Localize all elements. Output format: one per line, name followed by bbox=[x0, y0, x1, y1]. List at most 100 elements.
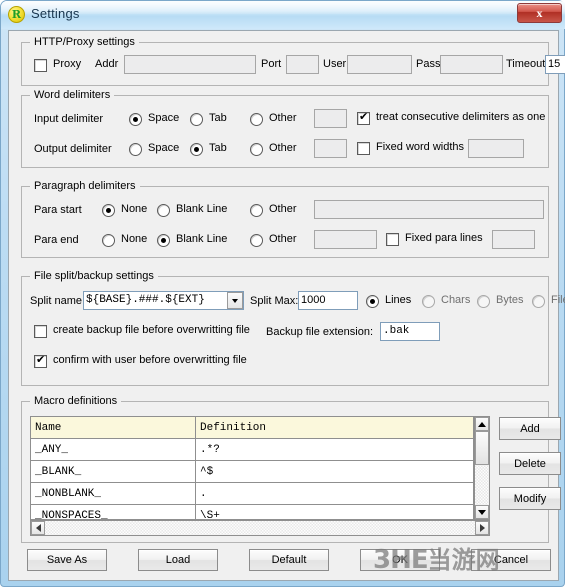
port-input[interactable] bbox=[286, 55, 319, 74]
macro-table[interactable]: Name Definition _ANY_ .*? _BLANK_ ^$ _NO… bbox=[30, 416, 474, 520]
scroll-right-icon[interactable] bbox=[475, 521, 489, 535]
para-end-none-ring bbox=[102, 234, 115, 247]
macro-definition: . bbox=[195, 482, 473, 505]
macro-definition: .*? bbox=[195, 438, 473, 461]
macro-definition: \S+ bbox=[195, 504, 473, 519]
group-macro-definitions-legend: Macro definitions bbox=[30, 395, 122, 407]
timeout-label: Timeout bbox=[506, 58, 546, 70]
create-backup-box bbox=[34, 325, 47, 338]
addr-input[interactable] bbox=[124, 55, 256, 74]
input-tab-label: Tab bbox=[209, 112, 227, 124]
macro-table-element: Name Definition _ANY_ .*? _BLANK_ ^$ _NO… bbox=[31, 417, 473, 519]
output-other-ring bbox=[250, 143, 263, 156]
para-end-other-input[interactable] bbox=[314, 230, 377, 249]
para-start-none-label: None bbox=[121, 203, 148, 215]
group-word-delimiters: Word delimiters Input delimiter Space Ta… bbox=[21, 89, 549, 168]
title-bar: R Settings x bbox=[1, 1, 565, 29]
unit-lines-label: Lines bbox=[385, 294, 412, 306]
table-row[interactable]: _ANY_ .*? bbox=[31, 438, 473, 461]
macro-name: _BLANK_ bbox=[31, 460, 196, 483]
fixed-para-lines-box bbox=[386, 233, 399, 246]
ok-button[interactable]: OK bbox=[360, 549, 440, 571]
pass-input[interactable] bbox=[440, 55, 503, 74]
input-space-dot bbox=[133, 117, 138, 122]
para-start-label: Para start bbox=[34, 204, 82, 216]
backup-ext-label: Backup file extension: bbox=[266, 326, 374, 338]
scroll-left-icon[interactable] bbox=[31, 521, 45, 535]
para-end-blankline-dot bbox=[161, 238, 166, 243]
title-gloss bbox=[1, 1, 565, 14]
para-start-blankline-ring bbox=[157, 204, 170, 217]
pass-label: Pass bbox=[416, 58, 441, 70]
proxy-checkbox-box bbox=[34, 59, 47, 72]
output-space-ring bbox=[129, 143, 142, 156]
chevron-down-icon[interactable] bbox=[227, 292, 243, 309]
column-header-definition: Definition bbox=[195, 417, 473, 439]
para-end-none-label: None bbox=[121, 233, 148, 245]
output-tab-dot bbox=[194, 147, 199, 152]
split-max-label: Split Max: bbox=[250, 295, 299, 307]
table-row[interactable]: _NONSPACES_ \S+ bbox=[31, 504, 473, 519]
group-paragraph-delimiters: Paragraph delimiters Para start None Bla… bbox=[21, 180, 549, 258]
para-start-other-ring bbox=[250, 204, 263, 217]
output-space-label: Space bbox=[148, 142, 180, 154]
proxy-checkbox-label: Proxy bbox=[53, 58, 82, 70]
input-other-label: Other bbox=[269, 112, 297, 124]
default-button[interactable]: Default bbox=[249, 549, 329, 571]
group-http-proxy-settings: HTTP/Proxy settings Proxy Addr Port User… bbox=[21, 36, 565, 86]
para-start-none-dot bbox=[106, 208, 111, 213]
group-http-proxy-legend: HTTP/Proxy settings bbox=[30, 36, 139, 48]
macro-table-horizontal-scrollbar[interactable] bbox=[30, 520, 490, 536]
split-name-combo[interactable]: ${BASE}.###.${EXT} bbox=[83, 291, 244, 310]
group-word-delimiters-legend: Word delimiters bbox=[30, 89, 115, 101]
window-title: Settings bbox=[31, 6, 80, 21]
backup-ext-input[interactable]: .bak bbox=[380, 322, 440, 341]
para-start-blankline-label: Blank Line bbox=[176, 203, 228, 215]
group-macro-definitions: Macro definitions Name Definition _ANY_ … bbox=[21, 395, 561, 543]
close-icon[interactable]: x bbox=[517, 3, 562, 23]
input-other-input[interactable] bbox=[314, 109, 347, 128]
unit-bytes-label: Bytes bbox=[496, 294, 524, 306]
split-name-input[interactable]: ${BASE}.###.${EXT} bbox=[83, 291, 244, 310]
fixed-word-widths-label: Fixed word widths bbox=[376, 141, 465, 153]
fixed-para-lines-label: Fixed para lines bbox=[405, 232, 483, 244]
scroll-down-icon[interactable] bbox=[475, 505, 489, 519]
user-label: User bbox=[323, 58, 347, 70]
unit-chars-ring bbox=[422, 295, 435, 308]
vscroll-thumb[interactable] bbox=[475, 431, 489, 465]
cancel-button[interactable]: Cancel bbox=[471, 549, 551, 571]
para-end-blankline-label: Blank Line bbox=[176, 233, 228, 245]
app-icon-letter: R bbox=[11, 8, 22, 21]
add-button[interactable]: Add bbox=[499, 417, 561, 440]
input-space-label: Space bbox=[148, 112, 180, 124]
table-row[interactable]: _BLANK_ ^$ bbox=[31, 460, 473, 483]
macro-definition: ^$ bbox=[195, 460, 473, 483]
modify-button[interactable]: Modify bbox=[499, 487, 561, 510]
para-start-other-input[interactable] bbox=[314, 200, 544, 219]
settings-window: R Settings x HTTP/Proxy settings Proxy A… bbox=[0, 0, 565, 587]
macro-table-vertical-scrollbar[interactable] bbox=[474, 416, 490, 520]
timeout-input[interactable]: 15 bbox=[545, 55, 565, 74]
save-as-button[interactable]: Save As bbox=[27, 549, 107, 571]
scroll-up-icon[interactable] bbox=[475, 417, 489, 431]
fixed-para-lines-input[interactable] bbox=[492, 230, 535, 249]
treat-consecutive-tick: ✔ bbox=[359, 110, 369, 123]
group-paragraph-delimiters-legend: Paragraph delimiters bbox=[30, 180, 140, 192]
output-other-input[interactable] bbox=[314, 139, 347, 158]
load-button[interactable]: Load bbox=[138, 549, 218, 571]
delete-button[interactable]: Delete bbox=[499, 452, 561, 475]
fixed-word-widths-box bbox=[357, 142, 370, 155]
macro-name: _NONBLANK_ bbox=[31, 482, 196, 505]
unit-bytes-ring bbox=[477, 295, 490, 308]
table-row[interactable]: _NONBLANK_ . bbox=[31, 482, 473, 505]
output-delimiter-label: Output delimiter bbox=[34, 143, 112, 155]
para-end-other-ring bbox=[250, 234, 263, 247]
user-input[interactable] bbox=[347, 55, 412, 74]
column-header-name: Name bbox=[31, 417, 196, 439]
para-end-other-label: Other bbox=[269, 233, 297, 245]
confirm-overwrite-tick: ✔ bbox=[36, 353, 46, 366]
fixed-word-widths-input[interactable] bbox=[468, 139, 524, 158]
macro-table-header-row: Name Definition bbox=[31, 417, 473, 439]
split-max-input[interactable]: 1000 bbox=[298, 291, 358, 310]
macro-name: _NONSPACES_ bbox=[31, 504, 196, 519]
